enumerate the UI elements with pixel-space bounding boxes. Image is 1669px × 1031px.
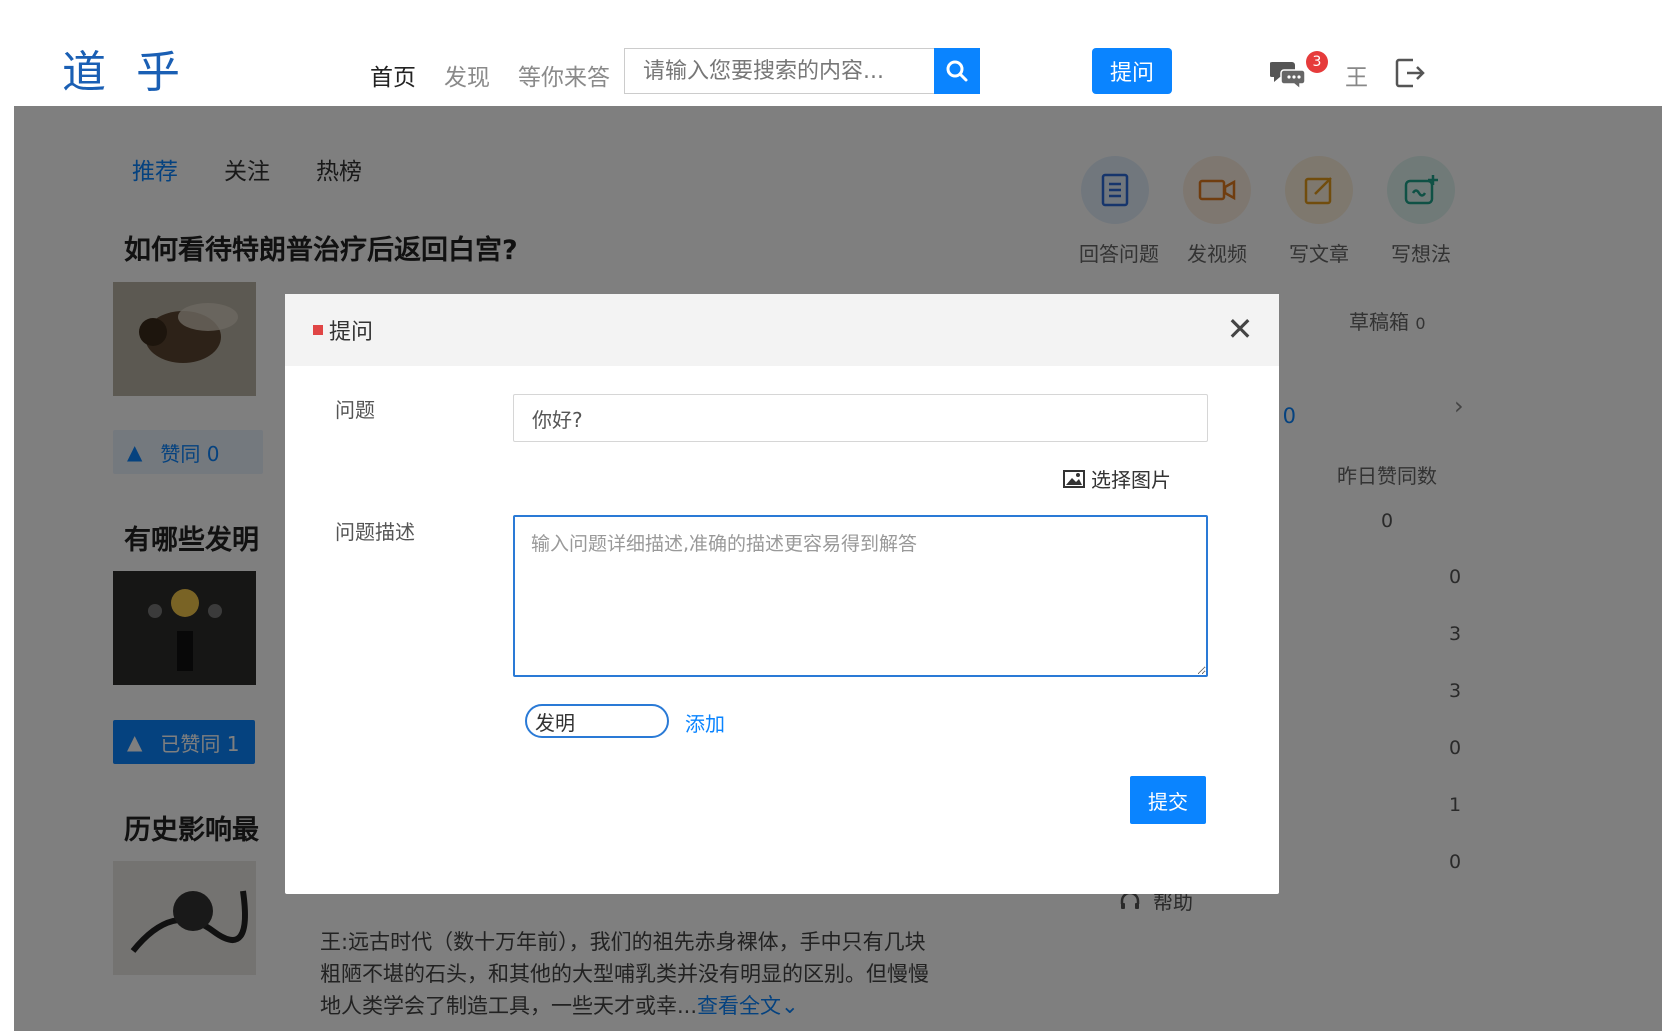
- title-marker: [313, 325, 323, 335]
- notification-badge: 3: [1306, 51, 1328, 73]
- top-header: 道 乎 首页 发现 等你来答 提问 3 王: [0, 0, 1669, 106]
- ask-question-modal: 提问 ✕ 问题 选择图片 问题描述 添加 提交: [285, 294, 1279, 894]
- messages-icon[interactable]: [1270, 58, 1306, 90]
- close-icon[interactable]: ✕: [1221, 310, 1259, 348]
- search-icon: [946, 60, 968, 82]
- ask-question-button[interactable]: 提问: [1092, 48, 1172, 94]
- choose-image-button[interactable]: 选择图片: [1063, 464, 1171, 493]
- modal-header: 提问 ✕: [285, 294, 1279, 366]
- question-input[interactable]: [513, 394, 1208, 442]
- tag-input[interactable]: [525, 704, 669, 738]
- main-nav: 首页 发现 等你来答: [370, 58, 610, 92]
- choose-image-label: 选择图片: [1091, 468, 1171, 492]
- user-name[interactable]: 王: [1345, 58, 1368, 92]
- question-label: 问题: [335, 398, 375, 422]
- nav-discover[interactable]: 发现: [444, 58, 490, 92]
- search-box: [624, 48, 980, 94]
- search-input[interactable]: [625, 49, 935, 93]
- modal-title: 提问: [329, 320, 374, 345]
- image-icon: [1063, 469, 1085, 488]
- nav-waiting-answers[interactable]: 等你来答: [518, 58, 610, 92]
- site-logo[interactable]: 道 乎: [62, 36, 188, 100]
- logout-icon[interactable]: [1393, 56, 1427, 90]
- description-textarea[interactable]: [513, 515, 1208, 677]
- add-tag-link[interactable]: 添加: [685, 708, 725, 737]
- search-button[interactable]: [934, 48, 980, 94]
- description-label: 问题描述: [335, 520, 415, 544]
- submit-button[interactable]: 提交: [1130, 776, 1206, 824]
- nav-home[interactable]: 首页: [370, 58, 416, 92]
